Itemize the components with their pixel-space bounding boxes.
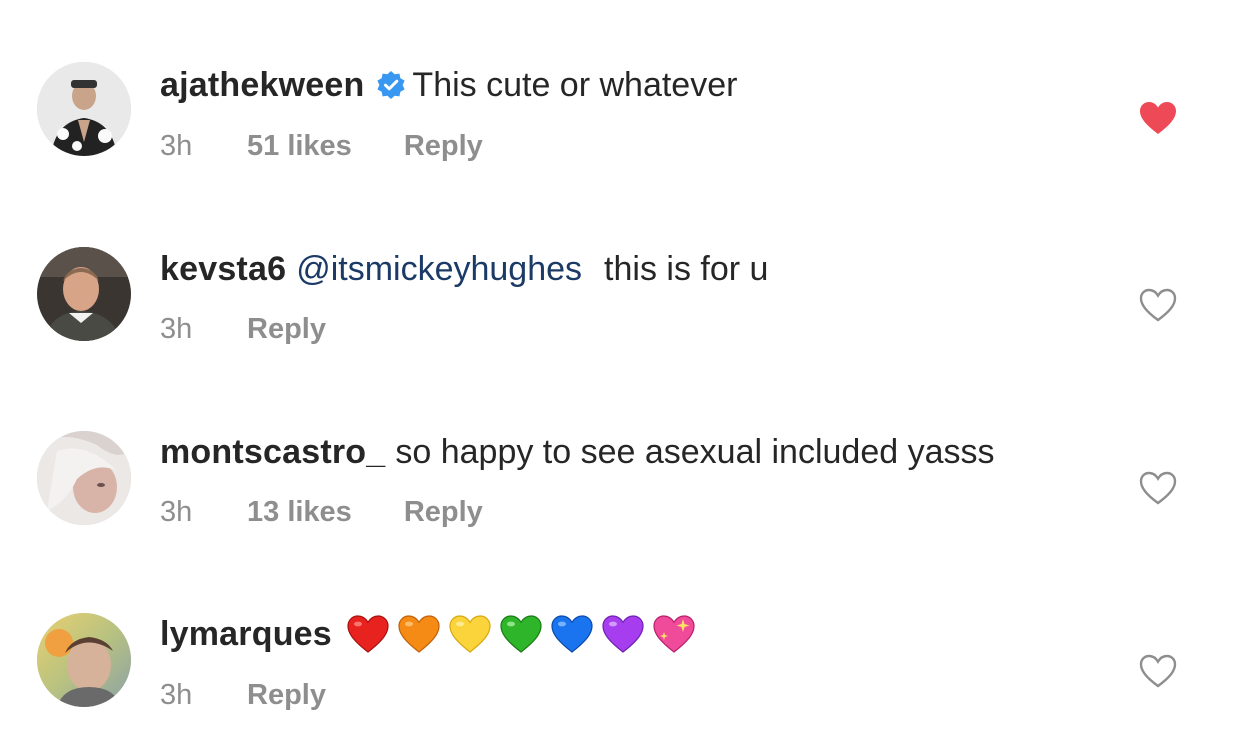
comment-text-line: montscastro_ so happy to see asexual inc… [160,432,995,472]
comment-mention-link[interactable]: @itsmickeyhughes [296,249,582,289]
avatar-image [37,62,131,156]
comment-text-line: lymarques [160,614,696,654]
comment-likes[interactable]: 51 likes [247,129,352,163]
orange-heart-icon [398,615,440,653]
comment-time: 3h [160,496,193,528]
reply-button[interactable]: Reply [247,678,326,712]
comment-username[interactable]: ajathekween [160,65,364,105]
yellow-heart-icon [449,615,491,653]
comment-item: kevsta6 @itsmickeyhughes this is for u 3… [0,183,1242,366]
reply-button[interactable]: Reply [247,312,326,346]
comment-username[interactable]: kevsta6 [160,249,286,289]
purple-heart-icon [602,615,644,653]
comment-meta: 3h Reply [160,312,326,346]
like-heart-filled-icon[interactable] [1138,100,1178,136]
comment-item: ajathekween This cute or whatever 3h 51 … [0,0,1242,183]
comment-item: montscastro_ so happy to see asexual inc… [0,366,1242,549]
verified-badge-icon [377,71,406,99]
comment-text-line: ajathekween This cute or whatever [160,65,737,105]
avatar[interactable] [37,613,131,707]
comment-body: This cute or whatever [412,66,738,104]
avatar[interactable] [37,247,131,341]
like-heart-outline-icon[interactable] [1138,653,1178,689]
avatar-image [37,431,131,525]
comment-username[interactable]: lymarques [160,614,332,654]
comment-time: 3h [160,313,193,345]
comment-meta: 3h 51 likes Reply [160,129,483,163]
like-heart-outline-icon[interactable] [1138,287,1178,323]
blue-heart-icon [551,615,593,653]
comment-meta: 3h Reply [160,678,326,712]
emoji-row [346,614,696,654]
reply-button[interactable]: Reply [404,129,483,163]
comment-likes[interactable]: 13 likes [247,495,352,529]
green-heart-icon [500,615,542,653]
comment-body: this is for u [604,250,769,288]
avatar[interactable] [37,431,131,525]
reply-button[interactable]: Reply [404,495,483,529]
comment-meta: 3h 13 likes Reply [160,495,483,529]
like-heart-outline-icon[interactable] [1138,470,1178,506]
comment-time: 3h [160,130,193,162]
comment-item: lymarques 3h Reply [0,549,1242,732]
comment-time: 3h [160,679,193,711]
avatar[interactable] [37,62,131,156]
comment-username[interactable]: montscastro_ [160,432,385,472]
avatar-image [37,247,131,341]
comment-text-line: kevsta6 @itsmickeyhughes this is for u [160,249,768,289]
comment-body: so happy to see asexual included yasss [395,433,995,471]
avatar-image [37,613,131,707]
sparkling-heart-icon [653,615,695,653]
red-heart-icon [347,615,389,653]
